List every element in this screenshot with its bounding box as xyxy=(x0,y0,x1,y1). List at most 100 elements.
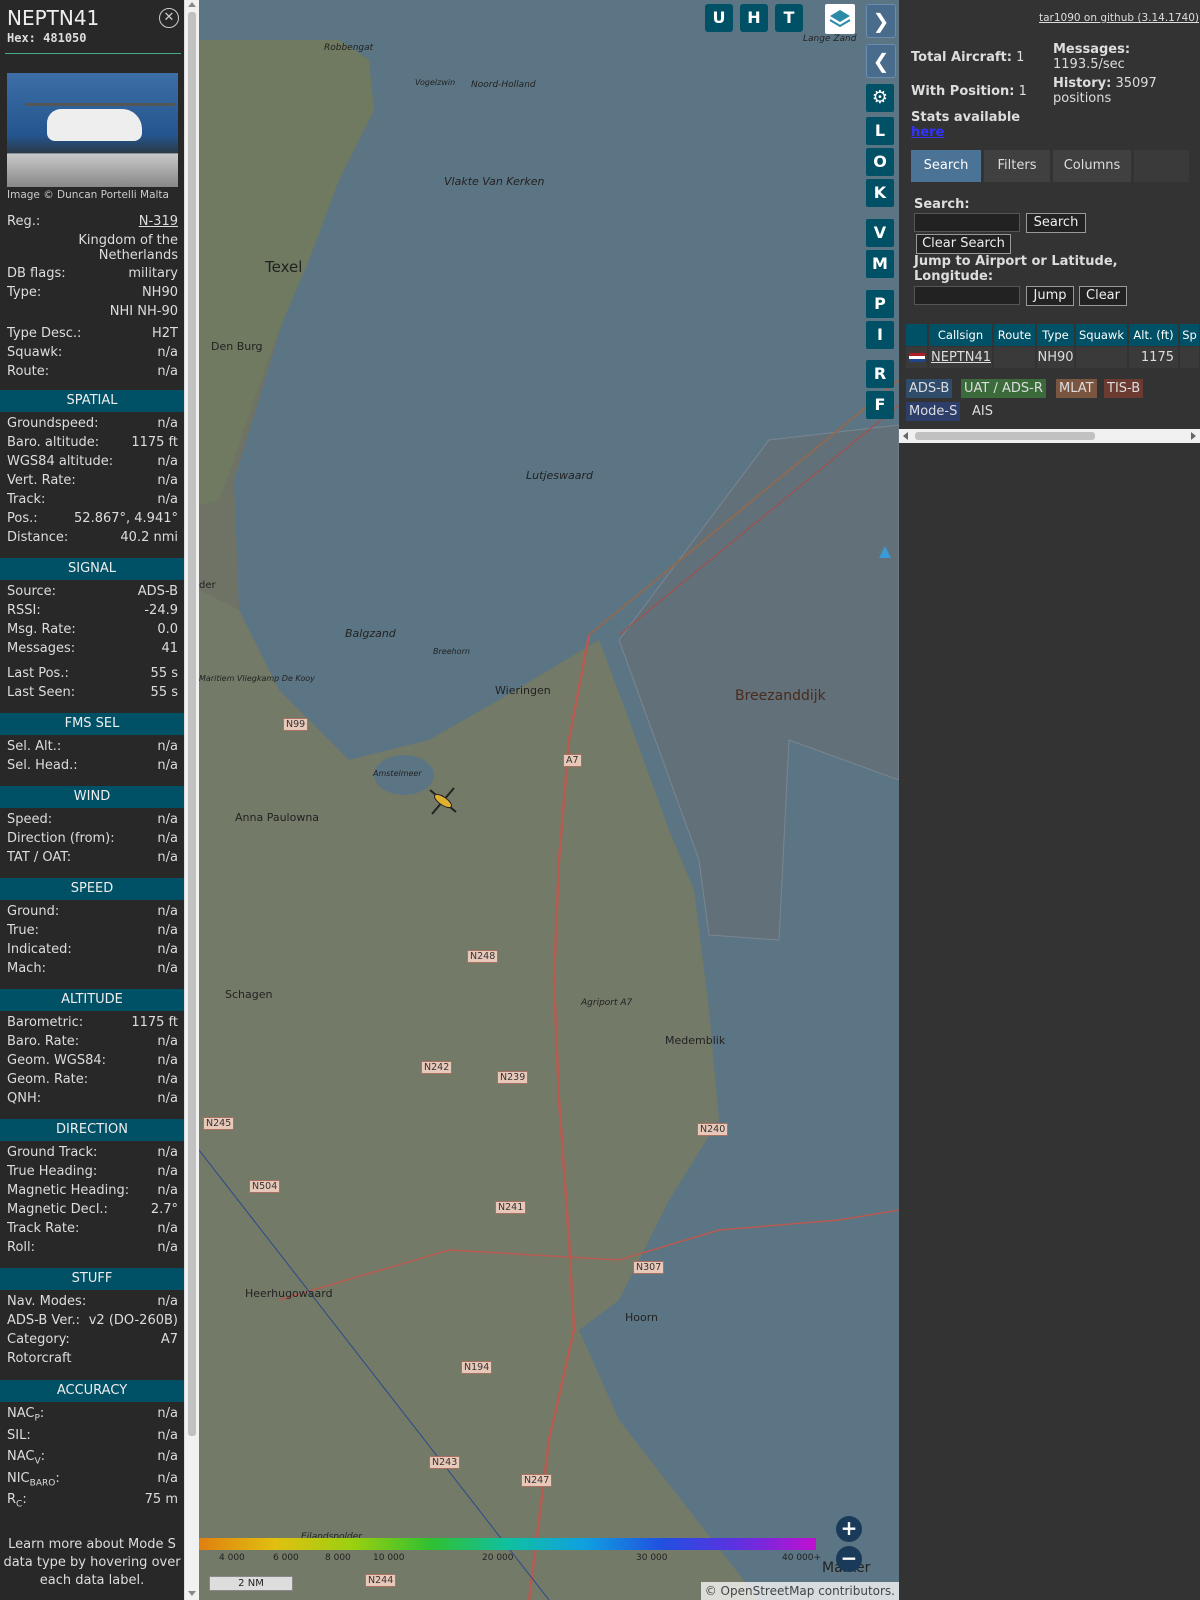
stuff-label-text: ADS-B Ver.: xyxy=(7,1313,80,1328)
altitude-label: Baro. Rate: xyxy=(7,1034,79,1049)
zoom-in-button[interactable]: + xyxy=(836,1516,862,1542)
clear-search-button[interactable]: Clear Search xyxy=(916,234,1011,254)
reg-link[interactable]: N-319 xyxy=(139,214,178,229)
scroll-down-icon[interactable] xyxy=(188,1591,196,1596)
road-label: N307 xyxy=(633,1261,665,1274)
search-button[interactable]: Search xyxy=(1026,213,1086,233)
side-button[interactable]: M xyxy=(866,250,894,278)
side-button[interactable]: R xyxy=(866,360,894,388)
altitude-row: QNH: n/a xyxy=(7,1091,178,1110)
signal-label: Last Pos.: xyxy=(7,666,69,681)
table-cell-callsign[interactable]: NEPTN41 xyxy=(929,347,993,368)
side-button[interactable]: V xyxy=(866,219,894,247)
tab-filters[interactable]: Filters xyxy=(984,150,1050,182)
type-desc-value: H2T xyxy=(152,326,178,341)
sidebar-scrollbar[interactable] xyxy=(184,0,199,1600)
fms-label: Sel. Head.: xyxy=(7,758,78,773)
aircraft-photo[interactable] xyxy=(7,73,178,187)
wind-label-text: Speed: xyxy=(7,812,53,827)
table-header-cell[interactable]: Callsign xyxy=(929,324,993,346)
map-attribution[interactable]: © OpenStreetMap contributors. xyxy=(700,1582,899,1600)
stuff-label: ADS-B Ver.: xyxy=(7,1313,80,1328)
source-ais[interactable]: AIS xyxy=(969,402,996,421)
stats-link[interactable]: here xyxy=(911,125,944,140)
source-uat[interactable]: UAT / ADS-R xyxy=(961,379,1046,398)
layers-icon[interactable] xyxy=(825,4,855,34)
signal-label-text: Last Seen: xyxy=(7,685,76,700)
source-adsb[interactable]: ADS-B xyxy=(906,379,953,398)
side-button[interactable]: K xyxy=(866,179,894,207)
place-agriport: Agriport A7 xyxy=(581,998,633,1008)
map-view[interactable]: Texel Den Burg Robbengat Vlakte Van Kerken L… xyxy=(199,0,899,1600)
signal-label-text: Messages: xyxy=(7,641,76,656)
total-aircraft-label: Total Aircraft: xyxy=(911,50,1012,65)
speed-value: n/a xyxy=(157,942,178,957)
speed-row: Indicated: n/a xyxy=(7,942,178,961)
scroll-up-icon[interactable] xyxy=(188,2,196,7)
zoom-out-button[interactable]: − xyxy=(836,1546,862,1572)
accuracy-label-tail: : xyxy=(55,1470,60,1486)
layer-button[interactable]: T xyxy=(775,4,803,32)
jump-input[interactable] xyxy=(914,286,1020,305)
wind-label: Direction (from): xyxy=(7,831,115,846)
speed-label: True: xyxy=(7,923,39,938)
source-tisb[interactable]: TIS-B xyxy=(1104,379,1144,398)
table-header-cell[interactable]: Squawk xyxy=(1076,324,1128,346)
stats-label: Stats available xyxy=(911,110,1021,125)
spatial-value: 52.867°, 4.941° xyxy=(74,511,178,526)
side-button[interactable]: P xyxy=(866,290,894,318)
side-button[interactable]: L xyxy=(866,117,894,145)
stuff-label: Rotorcraft xyxy=(7,1351,71,1366)
spatial-row: WGS84 altitude: n/a xyxy=(7,454,178,473)
table-header-cell[interactable]: Alt. (ft) xyxy=(1129,324,1179,346)
country-line-1: Kingdom of the xyxy=(78,233,178,248)
aircraft-callsign: NEPTN41 xyxy=(7,6,100,30)
stuff-value: A7 xyxy=(160,1332,178,1347)
table-header-cell[interactable]: Sp xyxy=(1180,324,1200,346)
signal-row: Msg. Rate: 0.0 xyxy=(7,622,178,641)
rotor-shape xyxy=(25,103,175,106)
expand-right-icon[interactable]: ❯ xyxy=(866,4,896,38)
source-mlat[interactable]: MLAT xyxy=(1056,379,1097,398)
scroll-thumb[interactable] xyxy=(188,12,196,1436)
road-label: N248 xyxy=(467,950,499,963)
layer-button[interactable]: H xyxy=(740,4,768,32)
speed-value: n/a xyxy=(157,923,178,938)
scroll-right-icon[interactable] xyxy=(1191,432,1196,440)
jump-button[interactable]: Jump xyxy=(1026,286,1074,306)
github-link[interactable]: tar1090 on github (3.14.1740) xyxy=(1039,12,1199,24)
speed-value: n/a xyxy=(157,961,178,976)
h-scroll-thumb[interactable] xyxy=(915,432,1095,440)
scroll-left-icon[interactable] xyxy=(903,432,908,440)
table-header-flag xyxy=(906,324,928,346)
side-button[interactable]: I xyxy=(866,321,894,349)
side-button[interactable]: O xyxy=(866,148,894,176)
stuff-row: ADS-B Ver.: v2 (DO-260B) xyxy=(7,1313,178,1332)
road-label: N244 xyxy=(365,1574,397,1587)
altitude-scale-label: 8 000 xyxy=(325,1553,351,1563)
helicopter-marker-icon[interactable] xyxy=(426,784,460,818)
table-horizontal-scrollbar[interactable] xyxy=(899,429,1200,443)
side-button[interactable]: F xyxy=(866,391,894,419)
settings-gear-icon[interactable]: ⚙ xyxy=(866,84,894,112)
close-icon[interactable]: ✕ xyxy=(159,8,179,28)
table-header-cell[interactable]: Type xyxy=(1037,324,1075,346)
section-stuff: STUFF xyxy=(0,1268,184,1290)
place-heerhugowaard: Heerhugowaard xyxy=(245,1287,333,1300)
layer-button[interactable]: U xyxy=(705,4,733,32)
collapse-left-icon[interactable]: ❮ xyxy=(866,44,896,78)
speed-label: Ground: xyxy=(7,904,59,919)
table-header-cell[interactable]: Route xyxy=(994,324,1036,346)
tab-columns[interactable]: Columns xyxy=(1053,150,1131,182)
signal-label: Source: xyxy=(7,584,56,599)
with-position-value: 1 xyxy=(1018,84,1027,99)
divider xyxy=(5,53,181,54)
vessel-marker-icon[interactable] xyxy=(879,546,891,558)
altitude-value: n/a xyxy=(157,1034,178,1049)
tab-search[interactable]: Search xyxy=(911,150,981,182)
source-mode-s[interactable]: Mode-S xyxy=(906,402,961,421)
altitude-color-scale xyxy=(199,1538,816,1550)
search-input[interactable] xyxy=(914,213,1020,232)
clear-button[interactable]: Clear xyxy=(1079,286,1127,306)
tab-extra[interactable] xyxy=(1134,150,1189,182)
